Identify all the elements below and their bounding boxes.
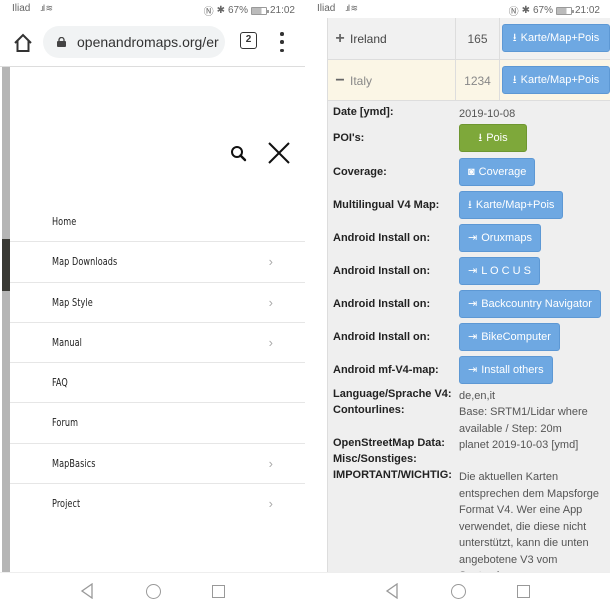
home-circle-icon[interactable] xyxy=(146,584,161,599)
download-icon: ⭳ xyxy=(468,198,472,211)
back-icon[interactable] xyxy=(80,583,94,599)
map-list-content: + Ireland 165 ⭳ Karte/Map+Pois − Italy 1… xyxy=(327,18,610,582)
install-backcountry-navigator-button[interactable]: ⇥ Backcountry Navigator xyxy=(459,290,601,318)
sign-in-icon: ⇥ xyxy=(468,264,478,277)
menu-item-label: Project xyxy=(52,497,81,511)
menu-item-label: FAQ xyxy=(52,376,68,390)
menu-item-label: Map Style xyxy=(52,295,93,309)
menu-item-label: Forum xyxy=(52,416,79,430)
pois-download-button[interactable]: ⭳ Pois xyxy=(459,124,527,152)
chevron-right-icon[interactable]: › xyxy=(269,496,273,511)
carrier-name: Iliad xyxy=(317,3,336,14)
close-icon[interactable] xyxy=(267,141,291,165)
signal-wifi-icon: .ıl ≋ xyxy=(40,3,53,13)
status-bar: Iliad .ıl ≋ Ⓝ ✱ 67% 21:02 xyxy=(305,0,610,18)
background-page-strip xyxy=(2,67,10,572)
home-icon[interactable] xyxy=(12,32,34,54)
nav-menu: Home Map Downloads › Map Style › Manual › FAQ Fo… xyxy=(10,202,305,524)
android-nav-bar xyxy=(305,572,610,610)
country-row-italy[interactable]: − Italy 1234 ⭳ Karte/Map+Pois xyxy=(328,60,610,101)
web-page: + Ireland 165 ⭳ Karte/Map+Pois − Italy 1… xyxy=(305,18,610,582)
navigation-menu-panel: Home Map Downloads › Map Style › Manual › FAQ Fo… xyxy=(10,67,305,572)
browser-toolbar: openandromaps.org/er 2 xyxy=(0,18,305,66)
chevron-right-icon[interactable]: › xyxy=(269,254,273,269)
nfc-icon: Ⓝ xyxy=(203,7,214,18)
country-row-ireland[interactable]: + Ireland 165 ⭳ Karte/Map+Pois xyxy=(328,18,610,60)
nfc-icon: Ⓝ xyxy=(508,7,519,18)
tab-switcher-button[interactable]: 2 xyxy=(240,32,257,49)
android-nav-bar xyxy=(0,572,305,610)
menu-item-map-style[interactable]: Map Style › xyxy=(10,283,305,323)
menu-item-label: Home xyxy=(52,215,77,228)
multilingual-download-button[interactable]: ⭳ Karte/Map+Pois xyxy=(459,191,564,219)
menu-item-map-downloads[interactable]: Map Downloads › xyxy=(10,242,305,283)
country-name: Italy xyxy=(350,74,373,88)
expand-icon[interactable]: + xyxy=(334,30,346,48)
menu-item-label: Map Downloads xyxy=(52,255,118,269)
home-circle-icon[interactable] xyxy=(451,584,466,599)
carrier-name: Iliad xyxy=(12,3,31,14)
address-bar[interactable]: openandromaps.org/er xyxy=(43,26,225,58)
sign-in-icon: ⇥ xyxy=(468,231,478,244)
bluetooth-icon: ✱ xyxy=(521,5,530,16)
back-icon[interactable] xyxy=(385,583,399,599)
chevron-right-icon[interactable]: › xyxy=(269,456,273,471)
download-map-button[interactable]: ⭳ Karte/Map+Pois xyxy=(502,24,610,52)
recents-icon[interactable] xyxy=(212,585,225,598)
clock: 21:02 xyxy=(269,5,295,16)
right-phone-screen: Iliad .ıl ≋ Ⓝ ✱ 67% 21:02 + Ireland 165 … xyxy=(305,0,610,610)
menu-item-faq[interactable]: FAQ xyxy=(10,363,305,404)
menu-item-label: Manual xyxy=(52,335,82,349)
battery-icon xyxy=(250,6,269,15)
clock: 21:02 xyxy=(574,5,600,16)
download-icon: ⭳ xyxy=(478,131,483,144)
bluetooth-icon: ✱ xyxy=(216,5,225,16)
download-icon: ⭳ xyxy=(512,73,517,86)
chevron-right-icon[interactable]: › xyxy=(269,295,273,310)
menu-item-mapbasics[interactable]: MapBasics › xyxy=(10,444,305,485)
signal-wifi-icon: .ıl ≋ xyxy=(345,3,358,13)
battery-percent: 67% xyxy=(532,5,553,16)
status-bar: Iliad .ıl ≋ Ⓝ ✱ 67% 21:02 xyxy=(0,0,305,18)
battery-icon xyxy=(555,6,574,15)
menu-item-project[interactable]: Project › xyxy=(10,484,305,524)
country-name: Ireland xyxy=(350,32,387,46)
menu-item-label: MapBasics xyxy=(52,456,96,470)
left-phone-screen: Iliad .ıl ≋ Ⓝ ✱ 67% 21:02 openandromaps.… xyxy=(0,0,305,610)
search-icon[interactable] xyxy=(230,145,248,163)
menu-item-manual[interactable]: Manual › xyxy=(10,323,305,364)
recents-icon[interactable] xyxy=(517,585,530,598)
menu-item-forum[interactable]: Forum xyxy=(10,403,305,444)
coverage-button[interactable]: ◙ Coverage xyxy=(459,158,536,186)
menu-item-home[interactable]: Home xyxy=(10,202,305,243)
install-locus-button[interactable]: ⇥ L O C U S xyxy=(459,257,540,285)
camera-icon: ◙ xyxy=(468,165,475,178)
sign-in-icon: ⇥ xyxy=(468,330,478,343)
url-text: openandromaps.org/er xyxy=(77,34,219,50)
download-icon: ⭳ xyxy=(512,31,517,44)
download-map-button[interactable]: ⭳ Karte/Map+Pois xyxy=(502,66,610,94)
country-size: 165 xyxy=(455,18,500,59)
install-others-button[interactable]: ⇥ Install others xyxy=(459,356,553,384)
sign-in-icon: ⇥ xyxy=(468,363,478,376)
sign-in-icon: ⇥ xyxy=(468,297,478,310)
battery-percent: 67% xyxy=(227,5,248,16)
install-bikecomputer-button[interactable]: ⇥ BikeComputer xyxy=(459,323,560,351)
country-size: 1234 xyxy=(455,60,500,100)
collapse-icon[interactable]: − xyxy=(334,72,346,90)
more-menu-icon[interactable] xyxy=(278,32,286,52)
lock-icon xyxy=(57,37,66,47)
install-oruxmaps-button[interactable]: ⇥ Oruxmaps xyxy=(459,224,541,252)
web-page: Home Map Downloads › Map Style › Manual › FAQ Fo… xyxy=(0,66,305,572)
chevron-right-icon[interactable]: › xyxy=(269,335,273,350)
